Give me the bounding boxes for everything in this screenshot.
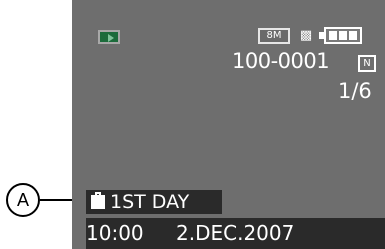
protect-icon: N (358, 55, 376, 72)
battery-segment (329, 31, 337, 40)
recording-date: 2.DEC.2007 (176, 221, 295, 245)
quality-icon: ▩ (299, 28, 313, 43)
play-triangle-icon (108, 34, 114, 42)
battery-icon (324, 27, 362, 44)
suitcase-icon (91, 192, 105, 209)
battery-segment (349, 31, 357, 40)
camera-lcd-screen: 8M ▩ 100-0001 N 1/6 1ST DAY 10:00 2.DEC.… (72, 0, 385, 249)
file-number: 100-0001 (232, 49, 330, 73)
battery-segment (339, 31, 347, 40)
travel-day-label: 1ST DAY (110, 191, 190, 213)
image-count: 1/6 (338, 79, 372, 103)
travel-date-bar: 1ST DAY (86, 190, 222, 214)
resolution-badge: 8M (258, 28, 290, 44)
recording-time: 10:00 (86, 221, 144, 245)
callout-a-marker: A (6, 183, 40, 217)
datetime-bar: 10:00 2.DEC.2007 (86, 218, 385, 249)
playback-icon (98, 30, 120, 44)
